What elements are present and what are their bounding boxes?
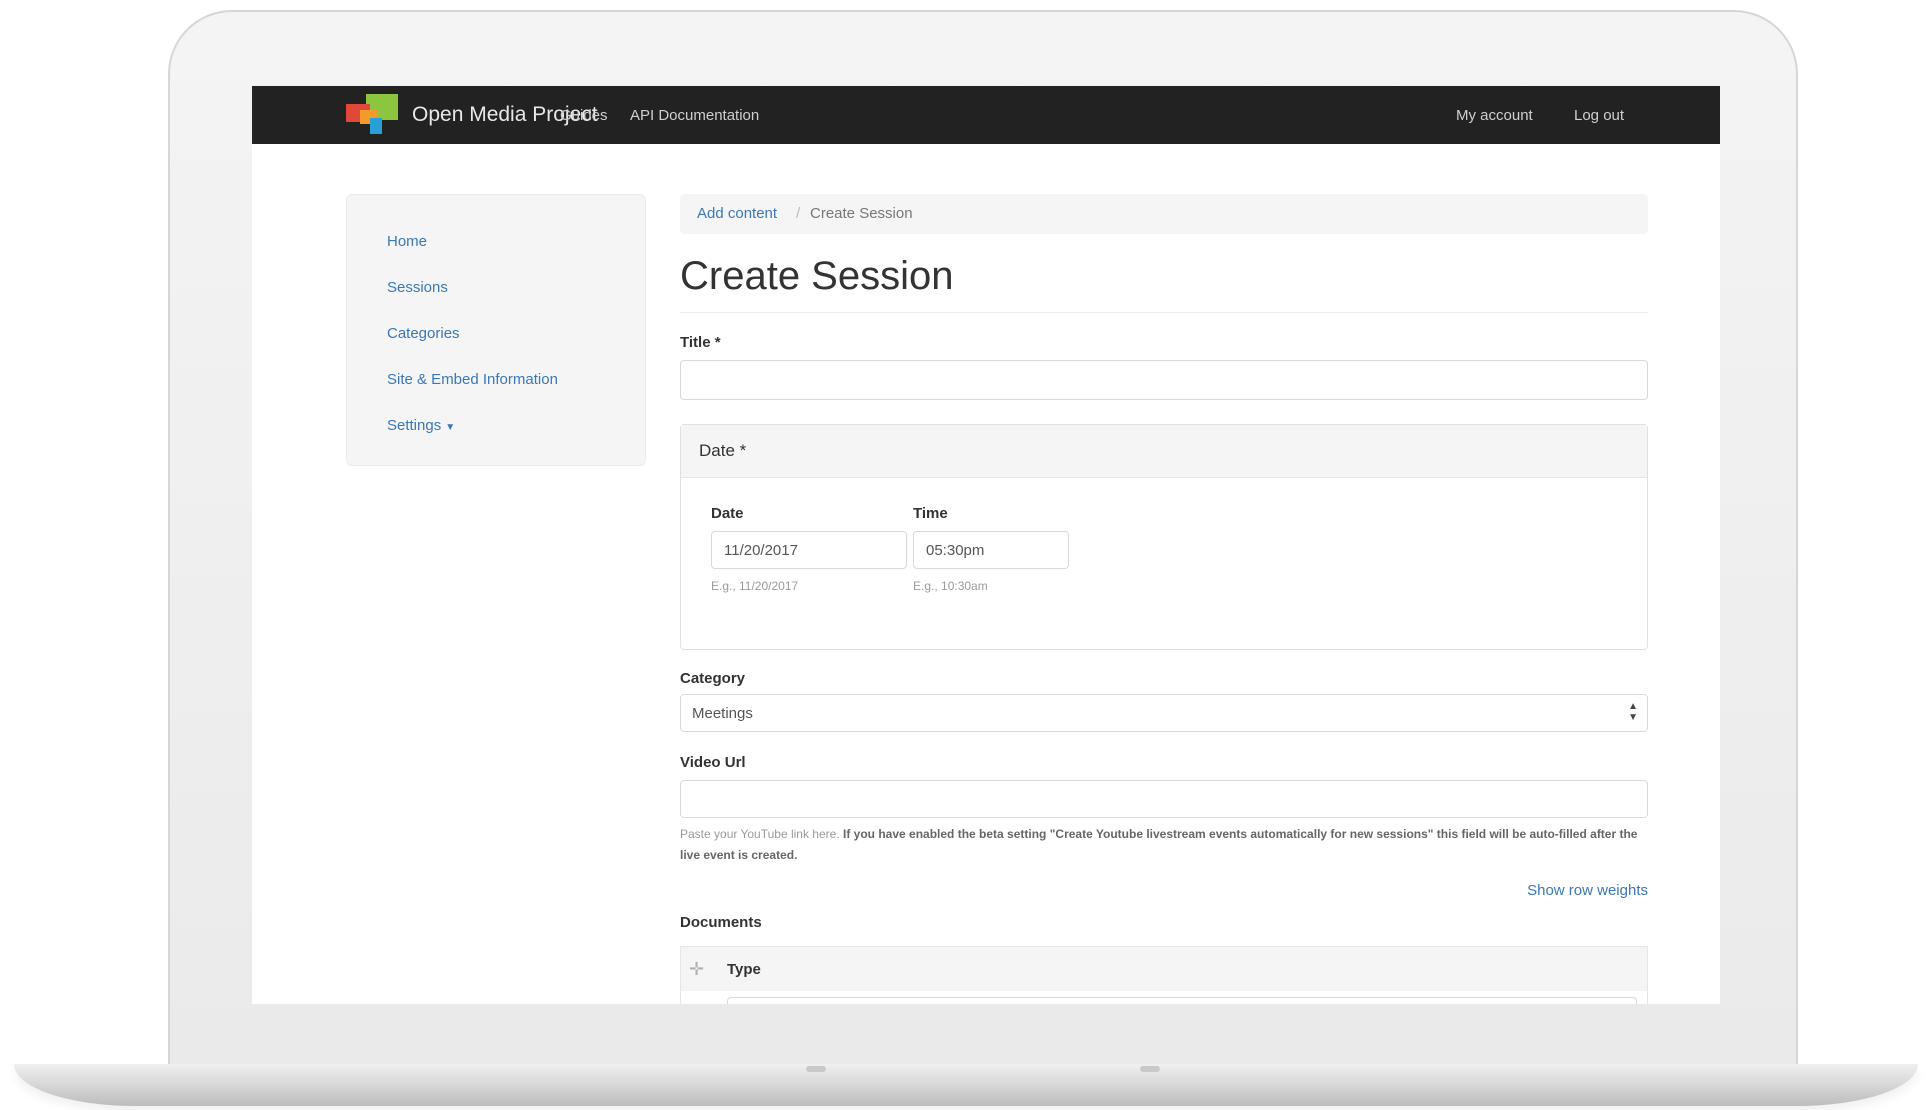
- laptop-foot-left: [806, 1066, 826, 1072]
- date-fieldset-header: Date *: [681, 425, 1647, 478]
- date-help-text: E.g., 11/20/2017: [711, 579, 799, 593]
- category-select[interactable]: Meetings ▲ ▼: [680, 694, 1648, 732]
- laptop-screen: Open Media Project Guides API Documentat…: [252, 86, 1720, 1004]
- sidebar-item-home[interactable]: Home: [387, 233, 427, 250]
- caret-down-icon: ▼: [445, 422, 456, 433]
- sidebar-item-settings[interactable]: Settings ▼: [387, 417, 455, 434]
- nav-link-api-documentation[interactable]: API Documentation: [630, 107, 759, 124]
- breadcrumb-current: Create Session: [810, 205, 913, 222]
- sidebar-item-site-embed-information[interactable]: Site & Embed Information: [387, 371, 558, 388]
- documents-label: Documents: [680, 914, 762, 931]
- video-help-plain: Paste your YouTube link here.: [680, 827, 840, 841]
- video-url-input[interactable]: [680, 780, 1648, 818]
- breadcrumb-separator: /: [796, 205, 801, 222]
- breadcrumb-add-content[interactable]: Add content: [697, 205, 777, 222]
- video-url-help-text: Paste your YouTube link here. If you hav…: [680, 824, 1648, 866]
- laptop-foot-right: [1140, 1066, 1160, 1072]
- title-divider: [680, 312, 1648, 313]
- my-account-link[interactable]: My account: [1456, 107, 1533, 124]
- date-fieldset: Date * Date E.g., 11/20/2017 Time E.g., …: [680, 424, 1648, 650]
- laptop-base: [14, 1064, 1918, 1106]
- time-label: Time: [913, 505, 948, 522]
- open-media-project-logo-icon[interactable]: [346, 94, 400, 136]
- page-title: Create Session: [680, 254, 954, 298]
- documents-table: ✛ Type: [680, 946, 1648, 1004]
- documents-table-header: ✛ Type: [681, 947, 1647, 991]
- sidebar-item-settings-label: Settings: [387, 417, 442, 434]
- show-row-weights-link[interactable]: Show row weights: [1527, 882, 1648, 899]
- nav-link-guides[interactable]: Guides: [560, 107, 608, 124]
- category-selected-value: Meetings: [692, 705, 753, 722]
- breadcrumb: Add content / Create Session: [680, 194, 1648, 234]
- top-navbar: Open Media Project Guides API Documentat…: [252, 86, 1720, 144]
- date-input[interactable]: [711, 531, 907, 569]
- date-fieldset-title: Date *: [699, 441, 747, 460]
- log-out-link[interactable]: Log out: [1574, 107, 1624, 124]
- document-type-select[interactable]: [727, 997, 1637, 1004]
- sidebar-nav: Home Sessions Categories Site & Embed In…: [346, 194, 646, 466]
- type-column-header: Type: [727, 961, 761, 978]
- title-label: Title *: [680, 334, 721, 351]
- time-help-text: E.g., 10:30am: [913, 579, 988, 593]
- drag-cross-icon[interactable]: ✛: [689, 959, 704, 980]
- time-input[interactable]: [913, 531, 1069, 569]
- up-down-arrows-icon: ▲ ▼: [1628, 701, 1638, 723]
- date-label: Date: [711, 505, 744, 522]
- sidebar-item-sessions[interactable]: Sessions: [387, 279, 448, 296]
- video-url-label: Video Url: [680, 754, 746, 771]
- title-input[interactable]: [680, 360, 1648, 400]
- sidebar-item-categories[interactable]: Categories: [387, 325, 460, 342]
- category-label: Category: [680, 670, 746, 687]
